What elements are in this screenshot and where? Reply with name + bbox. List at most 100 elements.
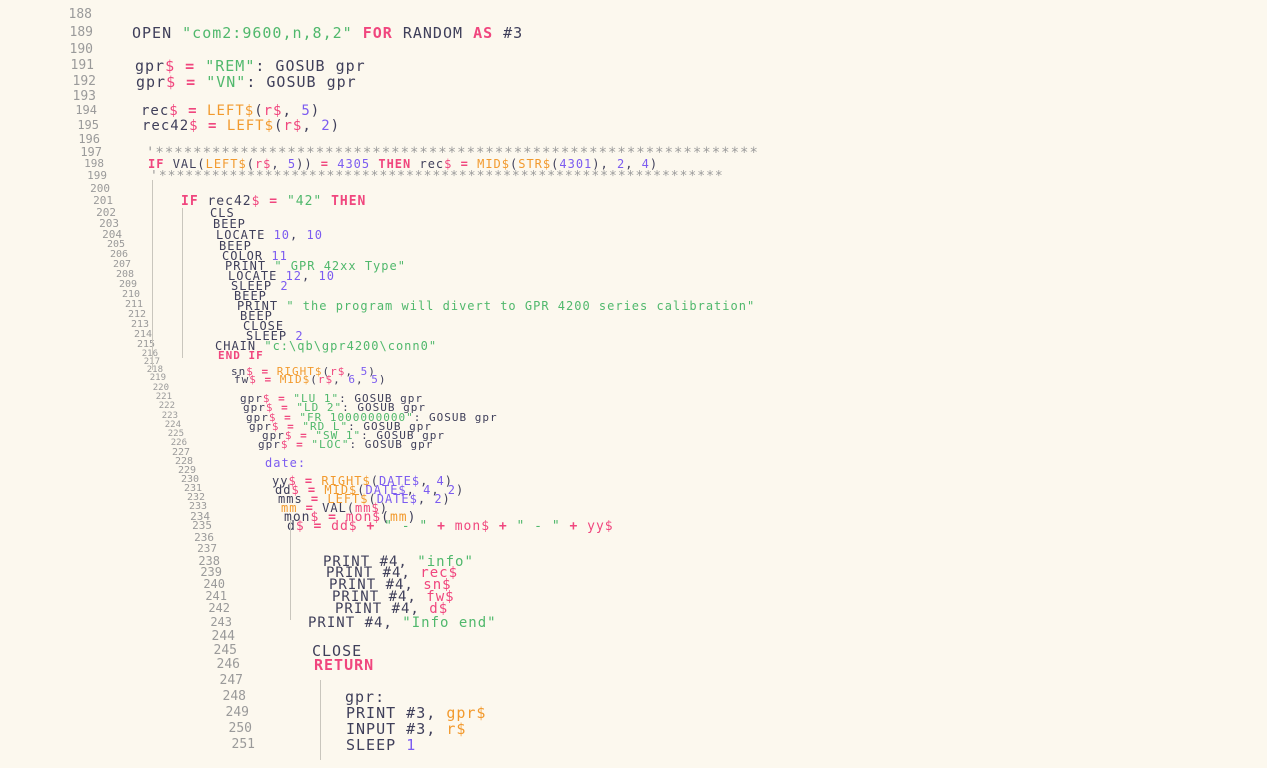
code-token: rec <box>141 103 170 119</box>
code-text[interactable]: gpr$ = "VN": GOSUB gpr <box>136 75 357 90</box>
indent-guide <box>152 180 153 370</box>
line-number: 192 <box>72 74 96 89</box>
code-token: $ <box>169 103 179 119</box>
code-token: 5 <box>371 373 379 386</box>
code-text[interactable]: PRINT #3, gpr$ <box>346 706 486 721</box>
code-editor[interactable]: 188 189 OPEN "com2:9600,n,8,2" FOR RANDOM … <box>0 0 1267 768</box>
code-text[interactable]: END IF <box>218 350 264 361</box>
code-token: ) <box>442 492 451 506</box>
code-text[interactable]: INPUT #3, r$ <box>346 722 466 737</box>
code-token: RANDOM <box>402 24 474 42</box>
code-token: , <box>333 373 349 386</box>
code-token: PRINT #4, <box>308 615 403 631</box>
code-token: , <box>302 118 322 134</box>
code-text[interactable]: date: <box>265 457 306 469</box>
code-text[interactable]: gpr$ = "LOC": GOSUB gpr <box>258 439 433 450</box>
code-token: 10 <box>273 228 291 242</box>
code-token: THEN <box>331 194 367 209</box>
line-number: 250 <box>228 721 252 736</box>
code-token: END IF <box>218 349 264 362</box>
line-number: 188 <box>68 7 92 22</box>
code-token: "com2:9600,n,8,2" <box>182 24 353 42</box>
code-token: = <box>176 73 207 91</box>
code-token: = <box>198 118 227 134</box>
line-number: 246 <box>216 657 240 672</box>
line-number: 219 <box>149 373 166 383</box>
code-token: : GOSUB gpr <box>349 438 434 451</box>
line-number: 235 <box>192 519 212 532</box>
line-number: 251 <box>231 737 255 752</box>
code-token: : GOSUB gpr <box>246 73 357 91</box>
code-text[interactable]: RETURN <box>314 658 374 673</box>
code-text[interactable]: gpr: <box>345 690 385 705</box>
line-number: 247 <box>219 673 243 688</box>
code-token: r$ <box>446 720 467 738</box>
code-token: + <box>357 519 385 534</box>
code-token: = <box>256 373 280 386</box>
line-number: 244 <box>211 629 235 644</box>
code-token: 2 <box>321 118 331 134</box>
code-token: , <box>290 228 307 242</box>
code-token: fw <box>234 373 250 386</box>
line-number: 243 <box>210 615 232 629</box>
line-number: 222 <box>158 401 175 411</box>
code-text[interactable]: rec$ = LEFT$(r$, 5) <box>141 104 320 118</box>
code-text[interactable]: fw$ = MID$(r$, 6, 5) <box>234 374 387 385</box>
code-token: 6 <box>348 373 356 386</box>
code-token: 10 <box>306 228 323 242</box>
code-token: "c:\qb\gpr4200\conn0" <box>264 339 438 353</box>
code-text[interactable]: IF rec42$ = "42" THEN <box>181 195 366 208</box>
code-token: " - " <box>516 519 561 534</box>
code-token: r$ <box>283 118 303 134</box>
code-text[interactable]: PRINT #4, "Info end" <box>308 616 497 630</box>
indent-guide <box>320 680 321 760</box>
code-token: "Info end" <box>402 615 497 631</box>
code-token: 2 <box>434 492 443 506</box>
code-token: , <box>282 103 302 119</box>
code-token: , <box>417 492 435 506</box>
line-number: 245 <box>213 643 237 658</box>
code-token: $ <box>166 73 177 91</box>
code-token: OPEN <box>132 24 183 42</box>
line-number: 194 <box>75 103 97 117</box>
code-token: yy$ <box>587 519 614 534</box>
code-token: gpr <box>258 438 281 451</box>
code-token: $ <box>249 373 257 386</box>
code-text[interactable]: gpr$ = "REM": GOSUB gpr <box>135 59 366 74</box>
code-token: " - " <box>384 519 429 534</box>
code-text[interactable]: '***************************************… <box>150 170 724 183</box>
line-number: 249 <box>225 705 249 720</box>
indent-guide <box>182 208 183 358</box>
code-text[interactable]: PRINT " the program will divert to GPR 4… <box>237 300 755 312</box>
code-token: $ <box>295 519 305 534</box>
code-token: LEFT$ <box>207 103 255 119</box>
code-token: ( <box>310 373 318 386</box>
code-token: 2 <box>280 279 289 293</box>
code-token: r$ <box>263 103 283 119</box>
code-token: "42" <box>286 194 332 209</box>
line-number: 193 <box>72 89 96 104</box>
code-token: '***************************************… <box>150 169 724 184</box>
code-token: FOR <box>352 24 403 42</box>
code-token: d <box>287 519 296 534</box>
code-text[interactable]: d$ = dd$ + " - " + mon$ + " - " + yy$ <box>287 520 614 533</box>
code-text[interactable]: SLEEP 1 <box>346 738 416 753</box>
code-token: MID$ <box>279 373 311 386</box>
code-text[interactable]: PRINT #4, d$ <box>335 602 448 616</box>
line-number: 248 <box>222 689 246 704</box>
code-token: RETURN <box>314 656 375 674</box>
code-token: rec42 <box>142 118 190 134</box>
line-number: 200 <box>90 182 110 195</box>
code-token: , <box>302 269 319 283</box>
code-token: LEFT$ <box>226 118 275 134</box>
code-token: " the program will divert to GPR 4200 se… <box>286 299 756 313</box>
code-token: 1 <box>406 736 417 754</box>
code-token: 10 <box>318 269 335 283</box>
code-token: date: <box>265 456 307 470</box>
code-text[interactable]: rec42$ = LEFT$(r$, 2) <box>142 119 340 133</box>
code-text[interactable]: OPEN "com2:9600,n,8,2" FOR RANDOM AS #3 <box>132 26 523 41</box>
code-token: #3 <box>503 24 524 42</box>
line-number: 237 <box>197 542 217 555</box>
code-token: 5 <box>301 103 311 119</box>
code-token: IF <box>181 194 208 209</box>
